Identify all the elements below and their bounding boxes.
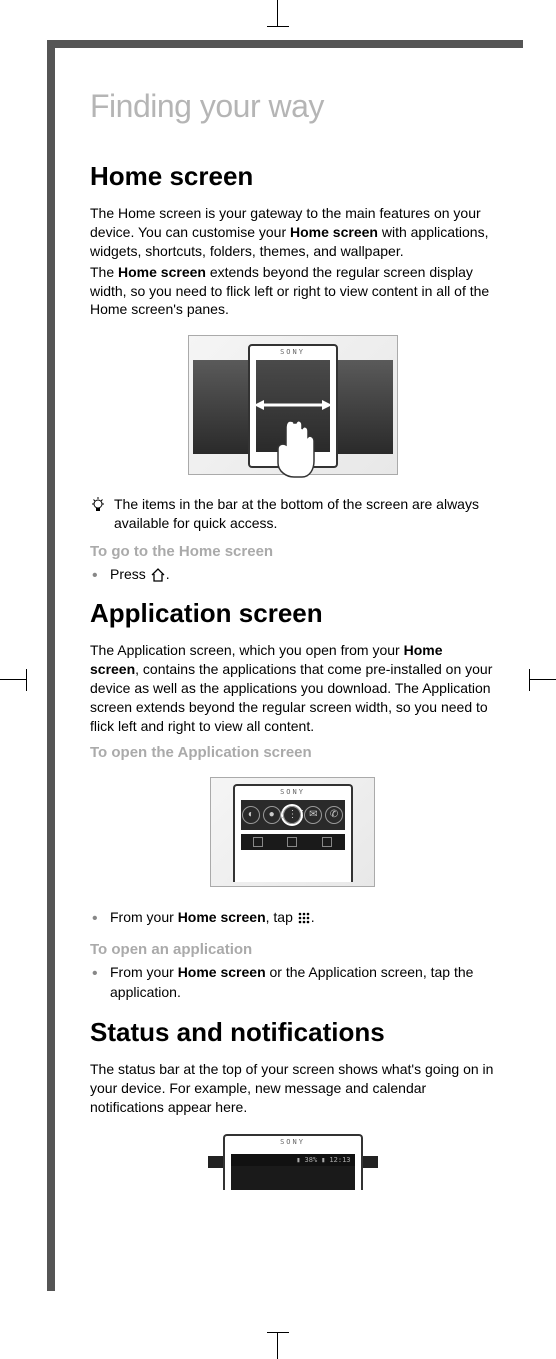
step-item: Press .: [104, 564, 495, 584]
task-heading: To open an application: [90, 941, 495, 958]
status-time: 12:13: [329, 1156, 350, 1164]
text: , contains the applications that come pr…: [90, 661, 492, 734]
phone-icon: ✆: [325, 806, 343, 824]
text-bold: Home screen: [290, 224, 378, 240]
status-para: The status bar at the top of your screen…: [90, 1060, 495, 1117]
text: , tap: [266, 909, 297, 925]
page-frame: Finding your way Home screen The Home sc…: [47, 40, 523, 1291]
text: .: [166, 566, 170, 582]
hand-icon: [268, 419, 318, 479]
task-heading: To open the Application screen: [90, 744, 495, 761]
text: .: [311, 909, 315, 925]
tip-bulb-icon: [90, 495, 106, 533]
text-bold: Home screen: [118, 264, 206, 280]
step-item: From your Home screen, tap .: [104, 907, 495, 927]
phone-illustration: SONY ▮ 38% ▮ 12:13: [223, 1134, 363, 1190]
task-heading: To go to the Home screen: [90, 543, 495, 560]
recent-nav-icon: [322, 837, 332, 847]
flick-arrow-icon: [254, 398, 332, 412]
chapter-title: Finding your way: [90, 88, 495, 125]
section-heading-status: Status and notifications: [90, 1017, 495, 1048]
figure-home-panes: SONY: [188, 335, 398, 475]
text-bold: Home screen: [178, 964, 266, 980]
step-list: Press .: [90, 564, 495, 584]
text: Press: [110, 566, 150, 582]
step-list: From your Home screen, tap .: [90, 907, 495, 927]
side-pane-right: [338, 360, 393, 454]
favorites-bar: ◐ ● ⋮⋮⋮ ✉ ✆: [241, 800, 345, 830]
brand-label: SONY: [280, 788, 305, 796]
figure-status-bar: SONY ▮ 38% ▮ 12:13: [208, 1132, 378, 1192]
home-para-2: The Home screen extends beyond the regul…: [90, 263, 495, 320]
messaging-icon: ✉: [304, 806, 322, 824]
text: The: [90, 264, 118, 280]
status-bar: ▮ 38% ▮ 12:13: [231, 1154, 355, 1166]
apps-launcher-icon: ⋮⋮⋮: [283, 806, 301, 824]
phone-screen: [231, 1166, 355, 1190]
step-list: From your Home screen or the Application…: [90, 962, 495, 1003]
home-nav-icon: [287, 837, 297, 847]
text: The Application screen, which you open f…: [90, 642, 404, 658]
side-pane-left: [193, 360, 248, 454]
battery-percent: 38%: [305, 1156, 318, 1164]
brand-label: SONY: [280, 348, 305, 356]
back-nav-icon: [253, 837, 263, 847]
brand-label: SONY: [280, 1138, 305, 1146]
nav-bar: [241, 834, 345, 850]
home-icon: [150, 568, 166, 582]
tip-row: The items in the bar at the bottom of th…: [90, 495, 495, 533]
apps-grid-icon: [297, 911, 311, 925]
app-shortcut-icon: ◐: [242, 806, 260, 824]
tip-text: The items in the bar at the bottom of th…: [114, 495, 495, 533]
step-item: From your Home screen or the Application…: [104, 962, 495, 1003]
signal-icon: ▮: [296, 1156, 300, 1164]
phone-illustration: SONY ◐ ● ⋮⋮⋮ ✉ ✆: [233, 784, 353, 882]
home-para-1: The Home screen is your gateway to the m…: [90, 204, 495, 261]
text: From your: [110, 909, 178, 925]
content-column: Finding your way Home screen The Home sc…: [90, 88, 495, 1192]
app-para: The Application screen, which you open f…: [90, 641, 495, 735]
text: From your: [110, 964, 178, 980]
section-heading-app: Application screen: [90, 598, 495, 629]
text-bold: Home screen: [178, 909, 266, 925]
battery-icon: ▮: [321, 1156, 325, 1164]
figure-app-screen: SONY ◐ ● ⋮⋮⋮ ✉ ✆: [210, 777, 375, 887]
section-heading-home: Home screen: [90, 161, 495, 192]
